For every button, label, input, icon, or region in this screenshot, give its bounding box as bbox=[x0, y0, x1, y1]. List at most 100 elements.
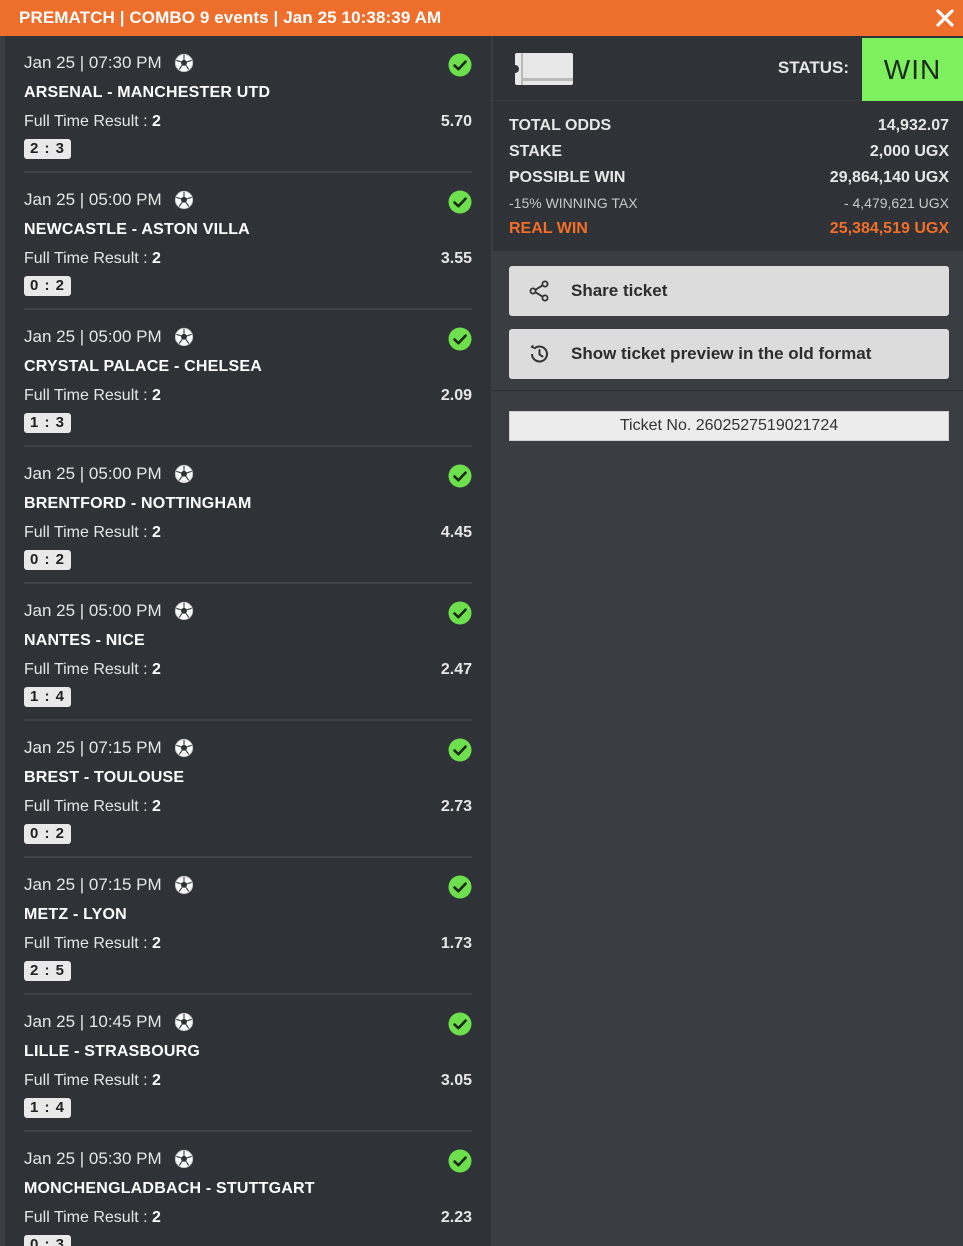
event-row[interactable]: Jan 25 | 05:30 PM MONCHENGLADBACH - STUTT… bbox=[5, 1132, 491, 1246]
soccer-ball-icon bbox=[174, 1149, 194, 1169]
event-row[interactable]: Jan 25 | 07:15 PM BREST - TOULOUSE Full Ti… bbox=[5, 721, 491, 858]
market-label: Full Time Result : bbox=[24, 387, 148, 404]
event-teams: METZ - LYON bbox=[24, 906, 127, 923]
event-odd: 5.70 bbox=[440, 113, 472, 130]
market-label: Full Time Result : bbox=[24, 1209, 148, 1226]
event-market: Full Time Result : 2 bbox=[24, 798, 161, 816]
market-label: Full Time Result : bbox=[24, 1072, 148, 1089]
event-time: Jan 25 | 05:00 PM bbox=[24, 601, 194, 621]
event-time: Jan 25 | 10:45 PM bbox=[24, 1012, 194, 1032]
market-label: Full Time Result : bbox=[24, 524, 148, 541]
event-market: Full Time Result : 2 bbox=[24, 1209, 161, 1227]
event-score: 1 : 4 bbox=[24, 1098, 72, 1118]
event-teams: LILLE - STRASBOURG bbox=[24, 1043, 201, 1060]
event-time-text: Jan 25 | 05:00 PM bbox=[24, 601, 162, 620]
event-score: 2 : 5 bbox=[24, 961, 72, 981]
close-icon bbox=[936, 9, 954, 27]
share-ticket-label: Share ticket bbox=[571, 281, 668, 300]
event-time: Jan 25 | 07:15 PM bbox=[24, 738, 194, 758]
market-label: Full Time Result : bbox=[24, 113, 148, 130]
possible-win-value: 29,864,140 UGX bbox=[829, 169, 949, 186]
market-pick: 2 bbox=[152, 661, 161, 678]
event-row[interactable]: Jan 25 | 10:45 PM LILLE - STRASBOURG Full … bbox=[5, 995, 491, 1132]
soccer-ball-icon bbox=[174, 464, 194, 484]
winning-tax-value: - 4,479,621 UGX bbox=[843, 195, 949, 211]
event-time-text: Jan 25 | 07:30 PM bbox=[24, 53, 162, 72]
event-odd: 2.09 bbox=[440, 387, 472, 404]
event-market: Full Time Result : 2 bbox=[24, 113, 161, 131]
event-row[interactable]: Jan 25 | 07:30 PM ARSENAL - MANCHESTER UT… bbox=[5, 36, 491, 173]
market-label: Full Time Result : bbox=[24, 935, 148, 952]
history-icon bbox=[530, 344, 548, 363]
check-icon bbox=[448, 190, 472, 214]
market-label: Full Time Result : bbox=[24, 798, 148, 815]
soccer-ball-icon bbox=[174, 738, 194, 758]
market-pick: 2 bbox=[152, 387, 161, 404]
check-icon bbox=[448, 327, 472, 351]
winning-tax-row: -15% WINNING TAX - 4,479,621 UGX bbox=[509, 195, 949, 211]
event-score: 0 : 2 bbox=[24, 276, 72, 296]
event-row[interactable]: Jan 25 | 05:00 PM NANTES - NICE Full Time … bbox=[5, 584, 491, 721]
stake-row: STAKE 2,000 UGX bbox=[509, 143, 949, 161]
status-panel: STATUS: WIN bbox=[493, 36, 963, 101]
event-row[interactable]: Jan 25 | 05:00 PM CRYSTAL PALACE - CHELSE… bbox=[5, 310, 491, 447]
real-win-row: REAL WIN 25,384,519 UGX bbox=[509, 220, 949, 238]
old-format-preview-button[interactable]: Show ticket preview in the old format bbox=[509, 329, 949, 379]
check-icon bbox=[448, 464, 472, 488]
event-row[interactable]: Jan 25 | 05:00 PM NEWCASTLE - ASTON VILLA… bbox=[5, 173, 491, 310]
market-pick: 2 bbox=[152, 935, 161, 952]
event-market: Full Time Result : 2 bbox=[24, 524, 161, 542]
event-teams: MONCHENGLADBACH - STUTTGART bbox=[24, 1180, 315, 1197]
check-icon bbox=[448, 601, 472, 625]
market-pick: 2 bbox=[152, 798, 161, 815]
market-pick: 2 bbox=[152, 1072, 161, 1089]
event-score: 0 : 2 bbox=[24, 550, 72, 570]
close-button[interactable] bbox=[927, 0, 963, 36]
ticket-number: Ticket No. 2602527519021724 bbox=[509, 411, 949, 441]
event-score: 0 : 2 bbox=[24, 824, 72, 844]
event-time-text: Jan 25 | 05:00 PM bbox=[24, 464, 162, 483]
soccer-ball-icon bbox=[174, 327, 194, 347]
event-score: 2 : 3 bbox=[24, 139, 72, 159]
ticket-summary: TOTAL ODDS 14,932.07 STAKE 2,000 UGX POS… bbox=[493, 101, 963, 251]
soccer-ball-icon bbox=[174, 190, 194, 210]
event-time-text: Jan 25 | 10:45 PM bbox=[24, 1012, 162, 1031]
event-score: 0 : 3 bbox=[24, 1235, 72, 1246]
real-win-value: 25,384,519 UGX bbox=[829, 220, 949, 237]
panel-divider bbox=[493, 390, 963, 391]
market-pick: 2 bbox=[152, 113, 161, 130]
event-row[interactable]: Jan 25 | 05:00 PM BRENTFORD - NOTTINGHAM F… bbox=[5, 447, 491, 584]
soccer-ball-icon bbox=[174, 601, 194, 621]
events-list[interactable]: Jan 25 | 07:30 PM ARSENAL - MANCHESTER UT… bbox=[5, 36, 491, 1246]
event-time-text: Jan 25 | 05:00 PM bbox=[24, 327, 162, 346]
event-teams: NANTES - NICE bbox=[24, 632, 145, 649]
soccer-ball-icon bbox=[174, 875, 194, 895]
title-bar: PREMATCH | COMBO 9 events | Jan 25 10:38… bbox=[0, 0, 963, 36]
market-pick: 2 bbox=[152, 524, 161, 541]
status-badge: WIN bbox=[862, 38, 963, 101]
event-row[interactable]: Jan 25 | 07:15 PM METZ - LYON Full Time Re… bbox=[5, 858, 491, 995]
soccer-ball-icon bbox=[174, 53, 194, 73]
event-score: 1 : 3 bbox=[24, 413, 72, 433]
event-odd: 2.47 bbox=[440, 661, 472, 678]
event-score: 1 : 4 bbox=[24, 687, 72, 707]
event-market: Full Time Result : 2 bbox=[24, 250, 161, 268]
ticket-icon bbox=[515, 53, 573, 85]
real-win-label: REAL WIN bbox=[509, 220, 588, 237]
total-odds-label: TOTAL ODDS bbox=[509, 117, 612, 134]
check-icon bbox=[448, 1012, 472, 1036]
market-label: Full Time Result : bbox=[24, 250, 148, 267]
event-market: Full Time Result : 2 bbox=[24, 935, 161, 953]
check-icon bbox=[448, 738, 472, 762]
event-teams: ARSENAL - MANCHESTER UTD bbox=[24, 84, 271, 101]
soccer-ball-icon bbox=[174, 1012, 194, 1032]
event-odd: 1.73 bbox=[440, 935, 472, 952]
event-time: Jan 25 | 05:00 PM bbox=[24, 464, 194, 484]
possible-win-row: POSSIBLE WIN 29,864,140 UGX bbox=[509, 169, 949, 187]
event-time-text: Jan 25 | 05:00 PM bbox=[24, 190, 162, 209]
stake-value: 2,000 UGX bbox=[869, 143, 949, 160]
share-ticket-button[interactable]: Share ticket bbox=[509, 266, 949, 316]
winning-tax-label: -15% WINNING TAX bbox=[509, 195, 638, 211]
stake-label: STAKE bbox=[509, 143, 563, 160]
event-time: Jan 25 | 07:15 PM bbox=[24, 875, 194, 895]
